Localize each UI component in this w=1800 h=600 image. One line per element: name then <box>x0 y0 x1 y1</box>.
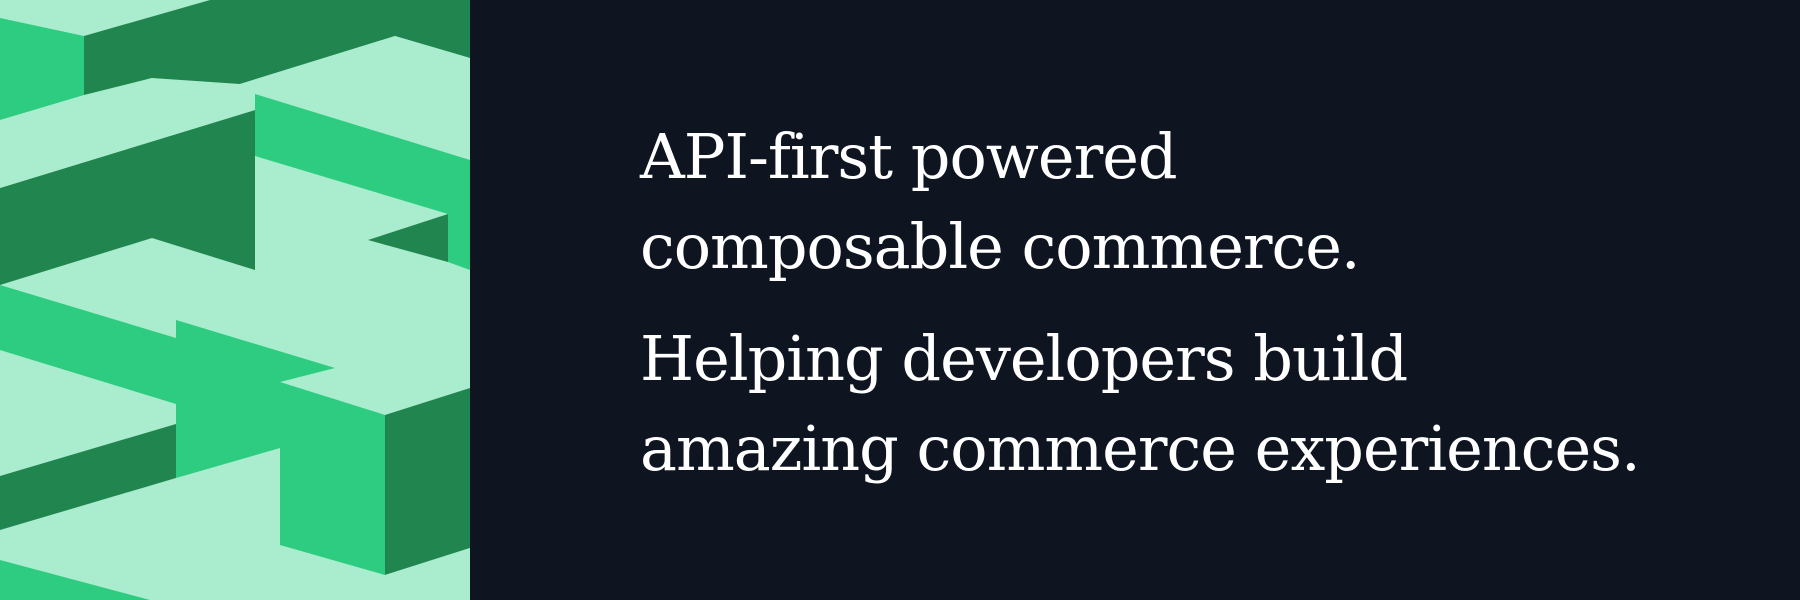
headline-secondary-line-2: amazing commerce experiences. <box>640 412 1641 485</box>
hero-banner: API-first powered composable commerce. H… <box>0 0 1800 600</box>
headline-secondary-line-1: Helping developers build <box>640 322 1408 395</box>
dark-green-face <box>385 388 470 575</box>
headline-secondary: Helping developers build amazing commerc… <box>640 314 1740 494</box>
headline-primary-line-2: composable commerce. <box>640 210 1361 283</box>
isometric-blocks-graphic <box>0 0 470 600</box>
headline-primary-line-1: API-first powered <box>640 120 1178 193</box>
tagline-block: API-first powered composable commerce. H… <box>640 112 1740 494</box>
isometric-blocks-illustration <box>0 0 470 600</box>
headline-primary: API-first powered composable commerce. <box>640 112 1740 292</box>
